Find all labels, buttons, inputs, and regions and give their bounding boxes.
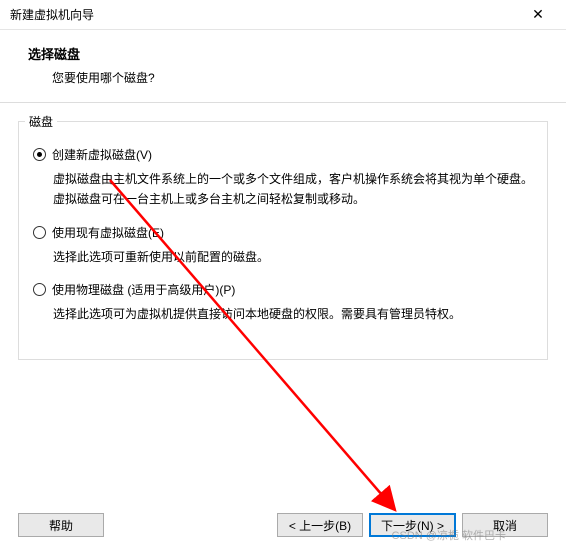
option-create-new-disk[interactable]: 创建新虚拟磁盘(V) 虚拟磁盘由主机文件系统上的一个或多个文件组成，客户机操作系… <box>33 146 533 210</box>
radio-icon[interactable] <box>33 283 46 296</box>
window-title: 新建虚拟机向导 <box>10 6 94 23</box>
option-desc: 选择此选项可为虚拟机提供直接访问本地硬盘的权限。需要具有管理员特权。 <box>33 304 533 324</box>
option-use-physical-disk[interactable]: 使用物理磁盘 (适用于高级用户)(P) 选择此选项可为虚拟机提供直接访问本地硬盘… <box>33 281 533 324</box>
option-use-existing-disk[interactable]: 使用现有虚拟磁盘(E) 选择此选项可重新使用以前配置的磁盘。 <box>33 224 533 267</box>
option-desc: 虚拟磁盘由主机文件系统上的一个或多个文件组成，客户机操作系统会将其视为单个硬盘。… <box>33 169 533 210</box>
page-subheading: 您要使用哪个磁盘? <box>28 69 556 86</box>
wizard-header: 选择磁盘 您要使用哪个磁盘? <box>0 30 566 103</box>
radio-row[interactable]: 创建新虚拟磁盘(V) <box>33 146 533 163</box>
titlebar: 新建虚拟机向导 ✕ <box>0 0 566 30</box>
disk-fieldset: 磁盘 创建新虚拟磁盘(V) 虚拟磁盘由主机文件系统上的一个或多个文件组成，客户机… <box>18 121 548 360</box>
next-button[interactable]: 下一步(N) > <box>369 513 456 537</box>
radio-row[interactable]: 使用现有虚拟磁盘(E) <box>33 224 533 241</box>
option-desc: 选择此选项可重新使用以前配置的磁盘。 <box>33 247 533 267</box>
radio-icon[interactable] <box>33 148 46 161</box>
fieldset-legend: 磁盘 <box>25 113 57 130</box>
back-button[interactable]: < 上一步(B) <box>277 513 363 537</box>
content-area: 磁盘 创建新虚拟磁盘(V) 虚拟磁盘由主机文件系统上的一个或多个文件组成，客户机… <box>0 103 566 370</box>
option-label: 使用物理磁盘 (适用于高级用户)(P) <box>52 281 235 298</box>
radio-icon[interactable] <box>33 226 46 239</box>
radio-row[interactable]: 使用物理磁盘 (适用于高级用户)(P) <box>33 281 533 298</box>
help-button[interactable]: 帮助 <box>18 513 104 537</box>
cancel-button[interactable]: 取消 <box>462 513 548 537</box>
option-label: 创建新虚拟磁盘(V) <box>52 146 152 163</box>
close-button[interactable]: ✕ <box>518 1 558 29</box>
close-icon: ✕ <box>532 6 544 23</box>
page-heading: 选择磁盘 <box>28 44 556 63</box>
button-row: 帮助 < 上一步(B) 下一步(N) > 取消 <box>0 513 566 537</box>
option-label: 使用现有虚拟磁盘(E) <box>52 224 164 241</box>
